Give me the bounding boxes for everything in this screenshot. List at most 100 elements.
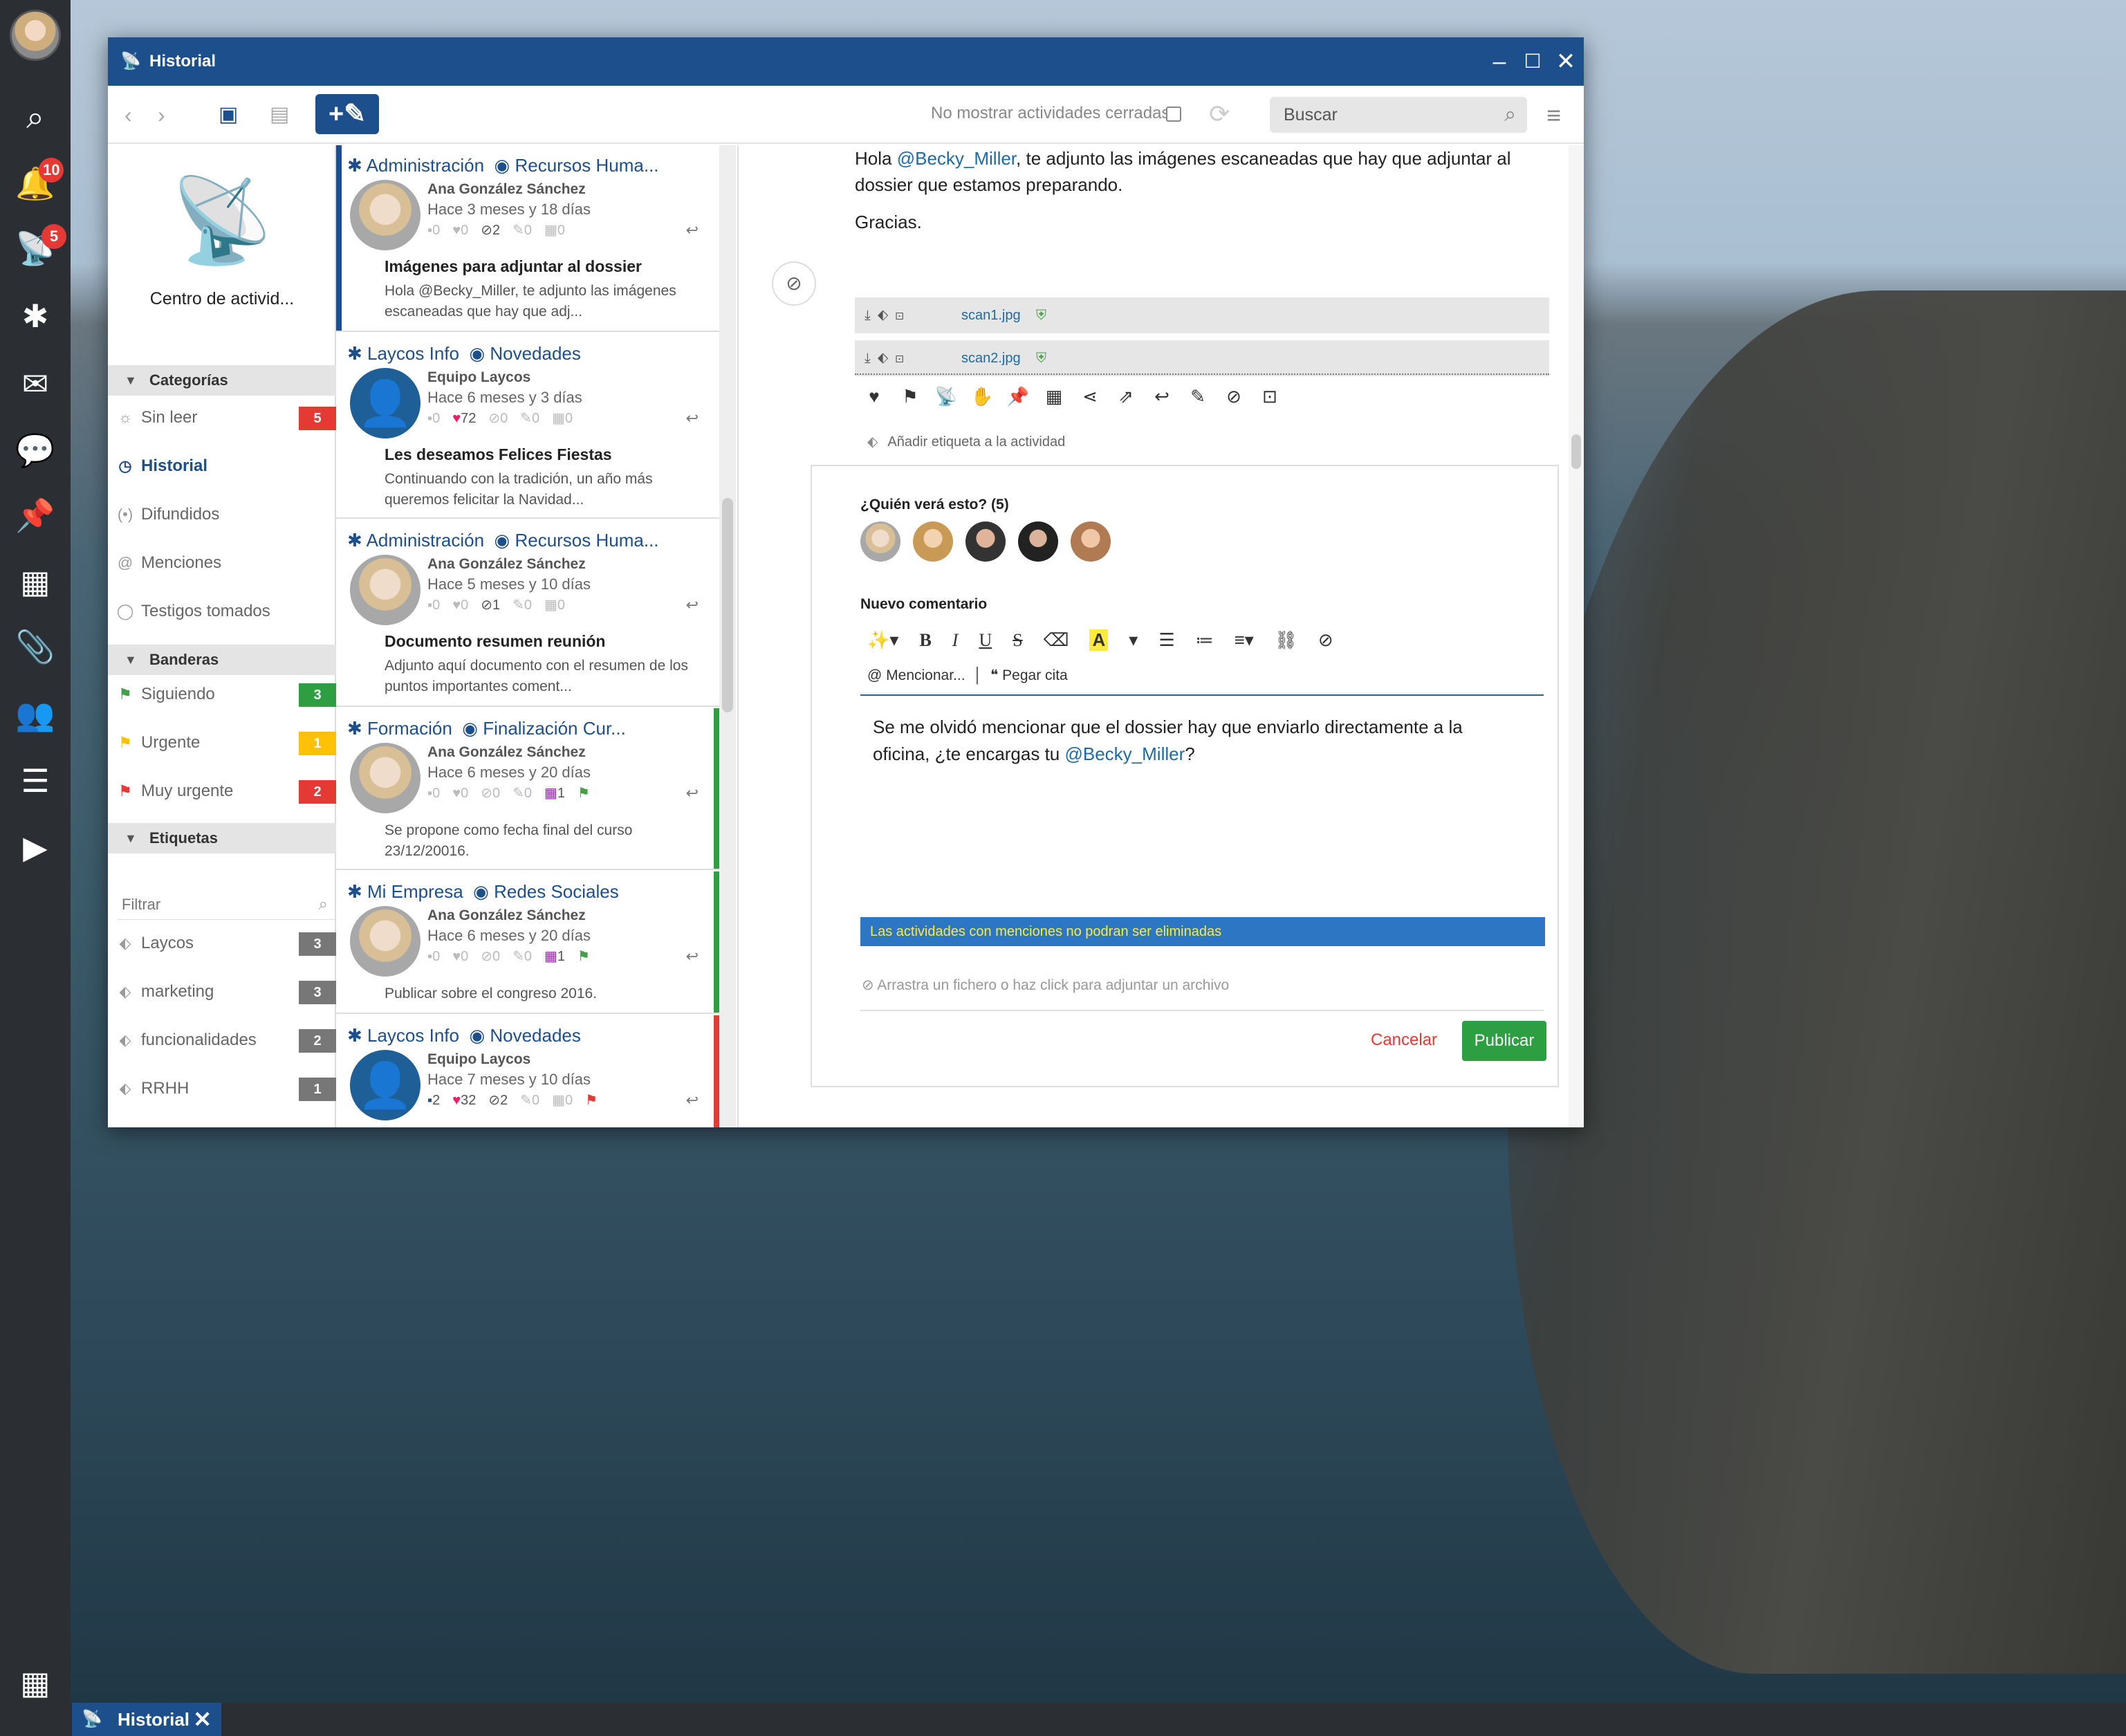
activity-card[interactable]: ✱ Laycos Info ◉ Novedades 👤 Equipo Layco…	[336, 333, 719, 519]
hide-closed-checkbox[interactable]	[1166, 107, 1181, 122]
group-icon[interactable]: 👥	[15, 694, 55, 735]
avatar[interactable]	[913, 521, 953, 562]
sidebar-item-tag-rrhh[interactable]: ⬖ RRHH 1	[108, 1068, 336, 1109]
mention-link[interactable]: @Becky_Miller	[1064, 744, 1185, 764]
sidebar-item-siguiendo[interactable]: ⚑ Siguiendo 3	[108, 674, 336, 715]
attachment-row[interactable]: ⤓⬖⊡ scan2.jpg ⛨	[855, 340, 1549, 376]
activity-card[interactable]: ✱ Laycos Info ◉ Novedades 👤 Equipo Layco…	[336, 1015, 719, 1127]
avatar[interactable]	[860, 521, 900, 562]
mention-button[interactable]: @ Mencionar...	[867, 667, 965, 683]
underline-button[interactable]: U	[979, 630, 992, 651]
tags-header[interactable]: ▼ Etiquetas	[108, 823, 336, 853]
sidebar-item-muy-urgente[interactable]: ⚑ Muy urgente 2	[108, 770, 336, 812]
minimize-button[interactable]: –	[1484, 37, 1515, 86]
card-group[interactable]: Laycos Info	[367, 1025, 459, 1046]
calendar-icon[interactable]: ▦	[1036, 386, 1072, 407]
new-activity-button[interactable]: +✎	[315, 94, 379, 134]
card-subgroup[interactable]: Recursos Huma...	[515, 155, 658, 176]
user-avatar[interactable]	[10, 10, 61, 61]
hand-icon[interactable]: ✋	[964, 386, 1000, 407]
sidebar-item-difundidos[interactable]: (•) Difundidos	[108, 494, 336, 535]
maximize-button[interactable]: ☐	[1517, 37, 1548, 86]
attachment-name[interactable]: scan2.jpg	[961, 340, 1021, 376]
reply-icon[interactable]: ↩	[686, 409, 699, 427]
pin-icon[interactable]: 📌	[15, 495, 55, 535]
reply-icon[interactable]: ↩	[686, 221, 699, 239]
reply-icon[interactable]: ↩	[686, 784, 699, 802]
mail-icon[interactable]: ✉	[15, 364, 55, 404]
activity-card[interactable]: ✱ Formación ◉ Finalización Cur... Ana Go…	[336, 708, 719, 870]
card-group[interactable]: Mi Empresa	[367, 881, 463, 902]
share-icon[interactable]: ⋖	[1072, 386, 1108, 407]
layout-split-icon[interactable]: ▣	[219, 100, 238, 130]
mention-link[interactable]: @Becky_Miller	[897, 148, 1016, 169]
scrollbar-thumb[interactable]	[1571, 434, 1581, 469]
list-icon[interactable]: ☰	[15, 761, 55, 801]
link-icon[interactable]: ⛓	[1275, 629, 1297, 651]
network-icon[interactable]: ✱	[15, 296, 55, 336]
magic-wand-icon[interactable]: ✨▾	[867, 629, 898, 651]
card-group[interactable]: Administración	[367, 155, 485, 176]
scrollbar-thumb[interactable]	[722, 498, 733, 712]
taskbar-item-historial[interactable]: 📡 Historial ✕	[72, 1703, 221, 1736]
edit-icon[interactable]: ✎	[1180, 386, 1216, 407]
detail-scrollbar[interactable]	[1569, 145, 1584, 1127]
card-subgroup[interactable]: Redes Sociales	[494, 881, 619, 902]
screenshot-icon[interactable]: ⊡	[1252, 386, 1288, 407]
close-button[interactable]: ✕	[1551, 37, 1581, 86]
bullet-list-icon[interactable]: ☰	[1158, 629, 1174, 651]
avatar[interactable]	[1071, 521, 1111, 562]
card-subgroup[interactable]: Novedades	[490, 343, 581, 364]
card-group[interactable]: Laycos Info	[367, 343, 459, 364]
card-group[interactable]: Formación	[367, 718, 452, 739]
flags-header[interactable]: ▼ Banderas	[108, 645, 336, 675]
attachment-row[interactable]: ⤓⬖⊡ scan1.jpg ⛨	[855, 297, 1549, 333]
forward-arrow-icon[interactable]: ›	[158, 100, 165, 130]
activity-card[interactable]: ✱ Administración ◉ Recursos Huma... Ana …	[336, 145, 719, 332]
back-arrow-icon[interactable]: ‹	[124, 100, 132, 130]
chevron-down-icon[interactable]: ▾	[1129, 629, 1138, 651]
highlight-button[interactable]: A	[1089, 629, 1109, 651]
card-group[interactable]: Administración	[367, 530, 485, 551]
sidebar-item-urgente[interactable]: ⚑ Urgente 1	[108, 722, 336, 764]
sidebar-item-tag-marketing[interactable]: ⬖ marketing 3	[108, 971, 336, 1013]
sidebar-item-menciones[interactable]: @ Menciones	[108, 542, 336, 584]
strikethrough-button[interactable]: S	[1013, 630, 1022, 651]
bold-button[interactable]: B	[919, 630, 931, 651]
align-icon[interactable]: ≡▾	[1235, 629, 1254, 651]
window-titlebar[interactable]: 📡 Historial – ☐ ✕	[108, 37, 1584, 86]
sidebar-item-testigos[interactable]: ◯ Testigos tomados	[108, 591, 336, 632]
numbered-list-icon[interactable]: ≔	[1196, 629, 1214, 651]
card-subgroup[interactable]: Finalización Cur...	[483, 718, 626, 739]
flag-icon[interactable]: ⚑	[892, 386, 928, 407]
pin-icon[interactable]: 📌	[1000, 386, 1036, 407]
like-icon[interactable]: ♥	[856, 386, 892, 407]
reply-icon[interactable]: ↩	[1144, 386, 1180, 407]
sidebar-item-historial[interactable]: ◷ Historial	[108, 445, 336, 487]
paperclip-icon[interactable]: ⊘	[772, 261, 816, 306]
add-tag-link[interactable]: ⬖ Añadir etiqueta a la actividad	[867, 433, 1065, 450]
attachment-actions-icons[interactable]: ⤓⬖⊡	[865, 340, 911, 376]
attachment-actions-icons[interactable]: ⤓⬖⊡	[865, 297, 911, 333]
reply-icon[interactable]: ↩	[686, 596, 699, 614]
external-link-icon[interactable]: ⇗	[1108, 386, 1144, 407]
sidebar-item-tag-funcionalidades[interactable]: ⬖ funcionalidades 2	[108, 1019, 336, 1061]
hamburger-menu-icon[interactable]: ≡	[1546, 101, 1561, 130]
activity-card[interactable]: ✱ Administración ◉ Recursos Huma... Ana …	[336, 520, 719, 707]
search-icon[interactable]: ⌕	[1504, 97, 1516, 133]
activity-card[interactable]: ✱ Mi Empresa ◉ Redes Sociales Ana Gonzál…	[336, 871, 719, 1014]
italic-button[interactable]: I	[952, 630, 959, 651]
card-subgroup[interactable]: Recursos Huma...	[515, 530, 658, 551]
attachment-name[interactable]: scan1.jpg	[961, 297, 1021, 333]
paste-quote-button[interactable]: ❝ Pegar cita	[990, 667, 1068, 683]
card-subgroup[interactable]: Novedades	[490, 1025, 581, 1046]
reply-icon[interactable]: ↩	[686, 948, 699, 966]
paperclip-icon[interactable]: ⊘	[1216, 386, 1252, 407]
list-scrollbar[interactable]	[719, 145, 736, 1127]
sidebar-item-tag-laycos[interactable]: ⬖ Laycos 3	[108, 923, 336, 964]
cancel-button[interactable]: Cancelar	[1371, 1031, 1437, 1050]
categories-header[interactable]: ▼ Categorías	[108, 365, 336, 396]
avatar[interactable]	[1018, 521, 1058, 562]
layout-list-icon[interactable]: ▤	[270, 100, 289, 130]
file-drop-zone[interactable]: ⊘ Arrastra un fichero o haz click para a…	[862, 977, 1229, 994]
